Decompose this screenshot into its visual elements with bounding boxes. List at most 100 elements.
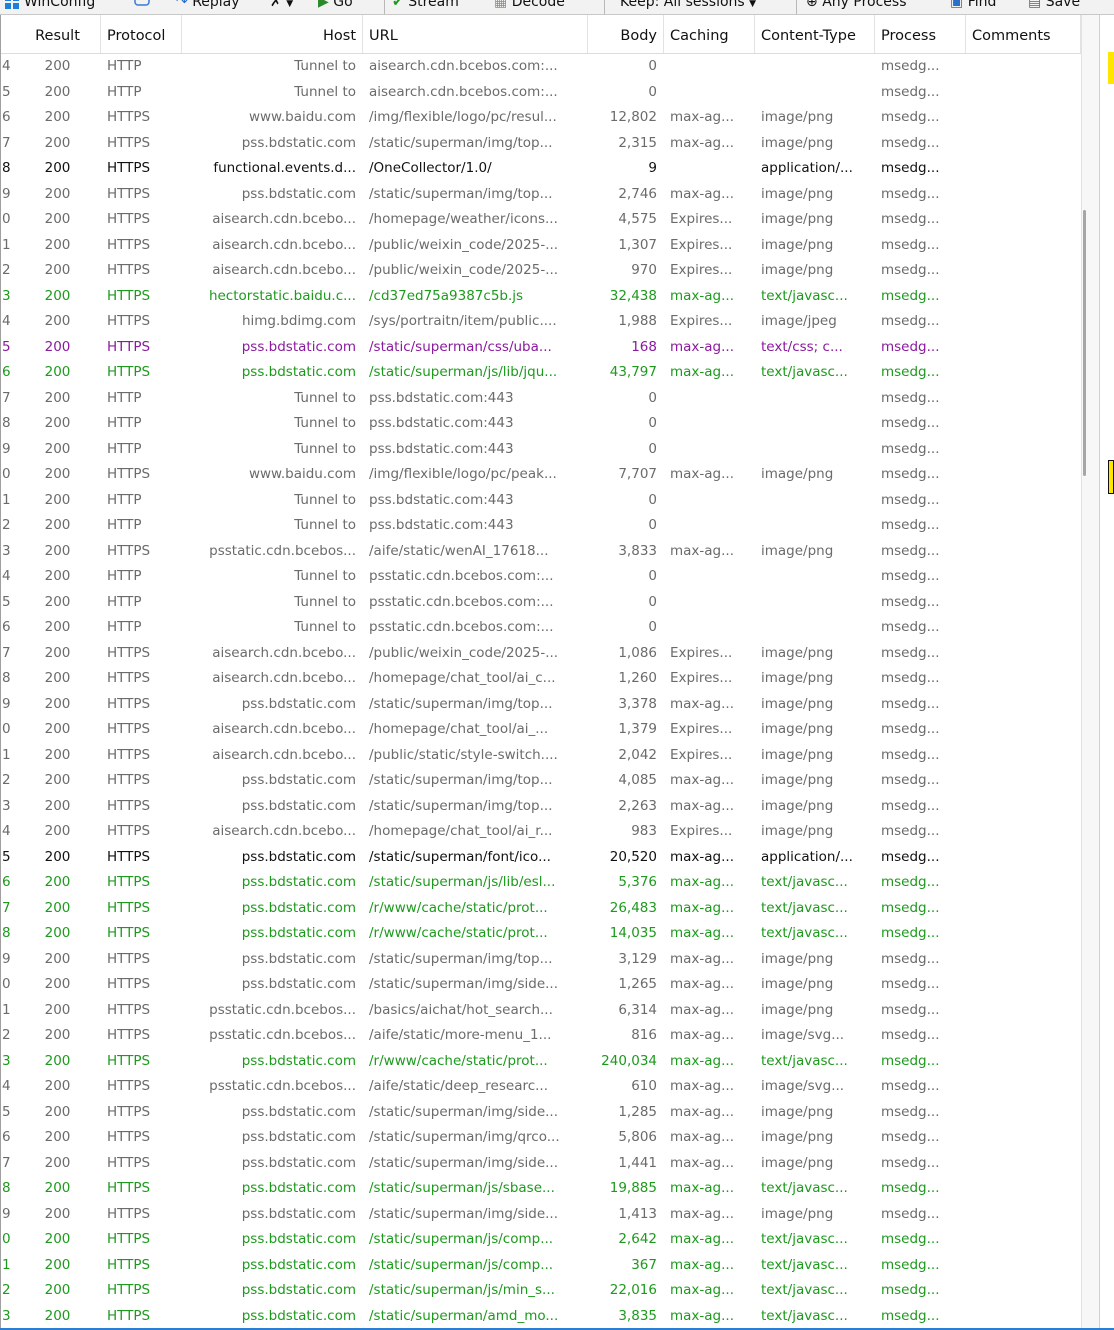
column-header-url[interactable]: URL — [363, 15, 588, 53]
table-row[interactable]: 9 200 HTTPS pss.bdstatic.com/static/superma… — [1, 692, 1081, 718]
comments-cell — [966, 666, 1081, 692]
table-row[interactable]: 7 200 HTTPS pss.bdstatic.com/r/www/cache/st… — [1, 896, 1081, 922]
table-row[interactable]: 5 200 HTTP Tunnel to psstatic.cdn.bcebos.com… — [1, 590, 1081, 616]
table-row[interactable]: 4 200 HTTPS psstatic.cdn.bcebos... /aife/sta… — [1, 1074, 1081, 1100]
table-row[interactable]: 5 200 HTTPS pss.bdstatic.com/static/superma… — [1, 335, 1081, 361]
table-row[interactable]: 9 200 HTTPS pss.bdstatic.com/static/superma… — [1, 947, 1081, 973]
table-row[interactable]: 6 200 HTTPS www.baidu.com/img/flexible/logo… — [1, 105, 1081, 131]
comments-cell — [966, 692, 1081, 718]
content-type-cell: image/png — [761, 1205, 834, 1222]
table-row[interactable]: 4 200 HTTPS aisearch.cdn.bcebo... /homepage/… — [1, 819, 1081, 845]
url-cell: /public/weixin_code/2025-... — [369, 644, 559, 661]
table-row[interactable]: 5 200 HTTPS pss.bdstatic.com/static/superma… — [1, 845, 1081, 871]
table-row[interactable]: 2 200 HTTPS pss.bdstatic.com/static/superma… — [1, 1278, 1081, 1304]
table-row[interactable]: 1 200 HTTPS aisearch.cdn.bcebo... /public/st… — [1, 743, 1081, 769]
content-type-cell: image/png — [761, 1154, 834, 1171]
body-size-cell: 5,376 — [618, 874, 657, 890]
table-row[interactable]: 0 200 HTTPS www.baidu.com/img/flexible/logo… — [1, 462, 1081, 488]
column-header-caching[interactable]: Caching — [664, 15, 755, 53]
save-label: Save — [1045, 0, 1081, 10]
replay-button[interactable]: ↷ Replay — [176, 0, 240, 12]
table-row[interactable]: 6 200 HTTP Tunnel to psstatic.cdn.bcebos.com… — [1, 615, 1081, 641]
column-header-content-type[interactable]: Content-Type — [755, 15, 875, 53]
table-row[interactable]: 3 200 HTTPS pss.bdstatic.com/static/superma… — [1, 794, 1081, 820]
table-row[interactable]: 9 200 HTTP Tunnel to pss.bdstatic.com:443 0 ms… — [1, 437, 1081, 463]
process-cell: msedg... — [881, 1052, 940, 1069]
url-cell: /static/superman/amd_mo... — [369, 1307, 559, 1324]
caching-cell: max-ag... — [670, 134, 734, 151]
table-row[interactable]: 1 200 HTTP Tunnel to pss.bdstatic.com:443 0 ms… — [1, 488, 1081, 514]
comments-cell — [966, 845, 1081, 871]
content-type-cell: image/png — [761, 721, 834, 737]
table-row[interactable]: 7 200 HTTPS pss.bdstatic.com/static/superma… — [1, 131, 1081, 157]
table-row[interactable]: 5 200 HTTP Tunnel to aisearch.cdn.bcebos.com… — [1, 80, 1081, 106]
table-row[interactable]: 2 200 HTTPS psstatic.cdn.bcebos... /aife/sta… — [1, 1023, 1081, 1049]
column-header-result[interactable]: Result — [15, 15, 101, 53]
keep-sessions-dropdown[interactable]: Keep: All sessions ▼ — [620, 0, 756, 12]
table-row[interactable]: 0 200 HTTPS pss.bdstatic.com/static/superma… — [1, 1227, 1081, 1253]
result-cell: 200 — [44, 287, 71, 304]
process-cell: msedg... — [881, 542, 940, 559]
table-row[interactable]: 8 200 HTTP Tunnel to pss.bdstatic.com:443 0 ms… — [1, 411, 1081, 437]
caching-cell: max-ag... — [670, 1027, 734, 1043]
table-row[interactable]: 2 200 HTTP Tunnel to pss.bdstatic.com:443 0 ms… — [1, 513, 1081, 539]
url-cell: /OneCollector/1.0/ — [369, 160, 492, 176]
url-cell: pss.bdstatic.com:443 — [369, 415, 514, 431]
table-row[interactable]: 4 200 HTTP Tunnel to psstatic.cdn.bcebos.com… — [1, 564, 1081, 590]
table-row[interactable]: 0 200 HTTPS aisearch.cdn.bcebo... /homepage/… — [1, 717, 1081, 743]
table-row[interactable]: 3 200 HTTPS hectorstatic.baidu.c... /cd37ed7… — [1, 284, 1081, 310]
save-button[interactable]: ▤ Save — [1028, 0, 1080, 12]
table-row[interactable]: 4 200 HTTPS himg.bdimg.com/sys/portraitn/it… — [1, 309, 1081, 335]
column-header-body[interactable]: Body — [588, 15, 664, 53]
caching-cell: max-ag... — [670, 950, 734, 967]
table-row[interactable]: 0 200 HTTPS pss.bdstatic.com/static/superma… — [1, 972, 1081, 998]
go-button[interactable]: ▶ Go — [318, 0, 353, 12]
stream-label: Stream — [408, 0, 459, 10]
table-row[interactable]: 1 200 HTTPS pss.bdstatic.com/static/superma… — [1, 1253, 1081, 1279]
url-cell: aisearch.cdn.bcebos.com:... — [369, 58, 558, 74]
table-row[interactable]: 1 200 HTTPS psstatic.cdn.bcebos... /basics/a… — [1, 998, 1081, 1024]
table-row[interactable]: 6 200 HTTPS pss.bdstatic.com/static/superma… — [1, 1125, 1081, 1151]
host-cell: Tunnel to — [294, 593, 356, 610]
any-process-button[interactable]: ⊕ Any Process — [806, 0, 906, 12]
table-row[interactable]: 9 200 HTTPS pss.bdstatic.com/static/superma… — [1, 1202, 1081, 1228]
stream-button[interactable]: ✔ Stream — [392, 0, 459, 12]
table-row[interactable]: 7 200 HTTPS pss.bdstatic.com/static/superma… — [1, 1151, 1081, 1177]
host-cell: Tunnel to — [294, 491, 356, 508]
table-row[interactable]: 9 200 HTTPS pss.bdstatic.com/static/superma… — [1, 182, 1081, 208]
table-row[interactable]: 5 200 HTTPS pss.bdstatic.com/static/superma… — [1, 1100, 1081, 1126]
column-header-number[interactable] — [1, 15, 15, 53]
table-row[interactable]: 0 200 HTTPS aisearch.cdn.bcebo... /homepage/… — [1, 207, 1081, 233]
comment-button[interactable] — [134, 0, 154, 12]
remove-button[interactable]: ✗ ▼ — [270, 0, 293, 12]
table-row[interactable]: 8 200 HTTPS pss.bdstatic.com/r/www/cache/st… — [1, 921, 1081, 947]
table-row[interactable]: 8 200 HTTPS aisearch.cdn.bcebo... /homepage/… — [1, 666, 1081, 692]
table-row[interactable]: 3 200 HTTPS psstatic.cdn.bcebos... /aife/sta… — [1, 539, 1081, 565]
column-header-protocol[interactable]: Protocol — [101, 15, 182, 53]
table-row[interactable]: 6 200 HTTPS pss.bdstatic.com/static/superma… — [1, 870, 1081, 896]
column-header-comments[interactable]: Comments — [966, 15, 1081, 53]
scrollbar-thumb[interactable] — [1083, 210, 1086, 476]
table-row[interactable]: 6 200 HTTPS pss.bdstatic.com/static/superma… — [1, 360, 1081, 386]
winconfig-button[interactable]: WinConfig — [4, 0, 95, 12]
column-header-process[interactable]: Process — [875, 15, 966, 53]
table-row[interactable]: 3 200 HTTPS pss.bdstatic.com/r/www/cache/st… — [1, 1049, 1081, 1075]
decode-button[interactable]: ▦ Decode — [494, 0, 565, 12]
process-cell: msedg... — [881, 134, 940, 151]
table-row[interactable]: 1 200 HTTPS aisearch.cdn.bcebo... /public/we… — [1, 233, 1081, 259]
column-header-host[interactable]: Host — [182, 15, 363, 53]
find-button[interactable]: ▣ Find — [950, 0, 996, 12]
table-row[interactable]: 8 200 HTTPS functional.events.d... /OneColle… — [1, 156, 1081, 182]
table-row[interactable]: 2 200 HTTPS aisearch.cdn.bcebo... /public/we… — [1, 258, 1081, 284]
table-row[interactable]: 4 200 HTTP Tunnel to aisearch.cdn.bcebos.com… — [1, 54, 1081, 80]
table-row[interactable]: 7 200 HTTP Tunnel to pss.bdstatic.com:443 0 ms… — [1, 386, 1081, 412]
result-cell: 200 — [44, 874, 71, 890]
table-row[interactable]: 8 200 HTTPS pss.bdstatic.com/static/superma… — [1, 1176, 1081, 1202]
caching-cell: max-ag... — [670, 466, 734, 482]
table-row[interactable]: 3 200 HTTPS pss.bdstatic.com/static/superma… — [1, 1304, 1081, 1329]
table-row[interactable]: 7 200 HTTPS aisearch.cdn.bcebo... /public/we… — [1, 641, 1081, 667]
table-row[interactable]: 2 200 HTTPS pss.bdstatic.com/static/superma… — [1, 768, 1081, 794]
toolbar-separator — [796, 0, 797, 14]
host-cell: pss.bdstatic.com — [241, 976, 356, 992]
sessions-grid[interactable]: Result Protocol Host URL Body Caching Co… — [0, 15, 1081, 1328]
